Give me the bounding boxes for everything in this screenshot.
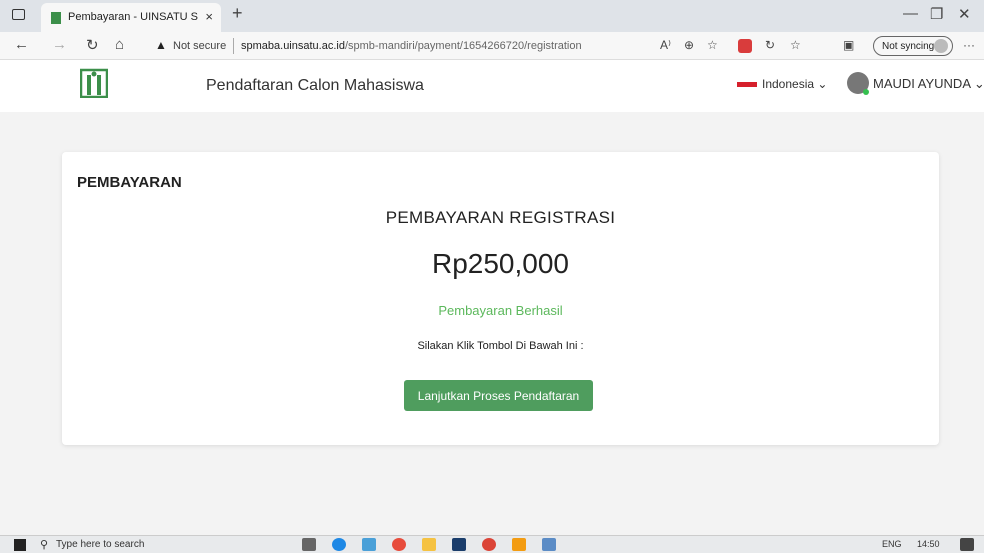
payment-status: Pembayaran Berhasil [438,303,563,318]
url-path: /spmb-mandiri/payment/1654266720/registr… [344,40,582,52]
chrome-icon[interactable] [392,538,406,551]
app-icon[interactable] [362,538,376,551]
sync-label: Not syncing [882,41,935,52]
zoom-icon[interactable]: ⊕ [684,38,694,52]
browser-tab[interactable]: Pembayaran - UINSATU SmartC × [41,3,221,32]
url-text[interactable]: spmaba.uinsatu.ac.id/spmb-mandiri/paymen… [241,40,582,52]
back-icon[interactable]: ← [14,36,29,53]
online-status-icon [863,89,869,95]
search-placeholder: Type here to search [56,539,145,550]
language-indicator[interactable]: ENG [882,539,902,549]
windows-taskbar: ⚲ Type here to search ENG 14:50 [0,535,984,553]
language-selector[interactable]: Indonesia ⌄ [762,77,827,91]
not-secure-label[interactable]: Not secure [173,40,226,52]
indonesia-flag-icon[interactable] [737,82,757,87]
card-title: PEMBAYARAN [77,174,182,191]
university-logo-icon[interactable] [80,66,108,98]
refresh-extension-icon[interactable]: ↻ [765,38,775,52]
search-icon: ⚲ [40,539,49,551]
home-icon[interactable]: ⌂ [115,36,124,53]
collections-icon[interactable]: ▣ [843,38,854,52]
tab-close-icon[interactable]: × [205,9,213,24]
warning-icon[interactable]: ▲ [155,38,167,52]
browser-toolbar: ← → ↻ ⌂ ▲ Not secure spmaba.uinsatu.ac.i… [0,32,984,60]
notification-icon[interactable] [960,538,974,551]
favorite-icon[interactable]: ☆ [707,38,718,52]
browser-tab-strip: Pembayaran - UINSATU SmartC × + — ❐ ✕ [0,0,984,32]
photoshop-icon[interactable] [452,538,466,551]
file-explorer-icon[interactable] [422,538,436,551]
clock[interactable]: 14:50 [917,539,940,549]
refresh-icon[interactable]: ↻ [86,36,99,54]
edge-icon[interactable] [332,538,346,551]
payment-heading: PEMBAYARAN REGISTRASI [385,208,616,227]
instruction-text: Silakan Klik Tombol Di Bawah Ini : [417,340,584,352]
user-name: MAUDI AYUNDA [873,76,971,91]
payment-card: PEMBAYARAN PEMBAYARAN REGISTRASI Rp250,0… [62,152,939,445]
profile-avatar-icon [934,39,948,53]
extension-icon[interactable] [738,39,752,53]
payment-amount: Rp250,000 [431,248,569,279]
address-bar[interactable]: ▲ Not secure spmaba.uinsatu.ac.id/spmb-m… [145,35,645,57]
continue-registration-button[interactable]: Lanjutkan Proses Pendaftaran [404,380,593,411]
site-header: Pendaftaran Calon Mahasiswa Indonesia ⌄ … [0,60,984,112]
close-window-icon[interactable]: ✕ [958,5,971,23]
minimize-icon[interactable]: — [903,5,918,22]
restore-icon[interactable]: ❐ [930,5,943,23]
read-aloud-icon[interactable]: A⁾ [660,38,671,52]
new-tab-button[interactable]: + [232,3,243,24]
favorites-list-icon[interactable]: ☆ [790,38,801,52]
sync-button[interactable]: Not syncing [873,36,953,56]
site-title: Pendaftaran Calon Mahasiswa [206,77,424,94]
app-blue-icon[interactable] [542,538,556,551]
site-favicon-icon [51,12,61,24]
app-orange-icon[interactable] [512,538,526,551]
windows-start-icon[interactable] [14,539,26,551]
address-divider [233,38,234,54]
tab-title: Pembayaran - UINSATU SmartC [68,11,198,23]
language-label: Indonesia [762,77,815,91]
taskbar-search[interactable]: ⚲ Type here to search [34,537,274,553]
forward-icon[interactable]: → [52,36,67,53]
url-host: spmaba.uinsatu.ac.id [241,40,345,52]
chrome-profile-icon[interactable] [482,538,496,551]
more-menu-icon[interactable]: ··· [963,38,975,52]
user-menu[interactable]: MAUDI AYUNDA ⌄ [873,76,984,92]
task-view-icon[interactable] [302,538,316,551]
tab-actions-icon[interactable] [12,9,25,20]
